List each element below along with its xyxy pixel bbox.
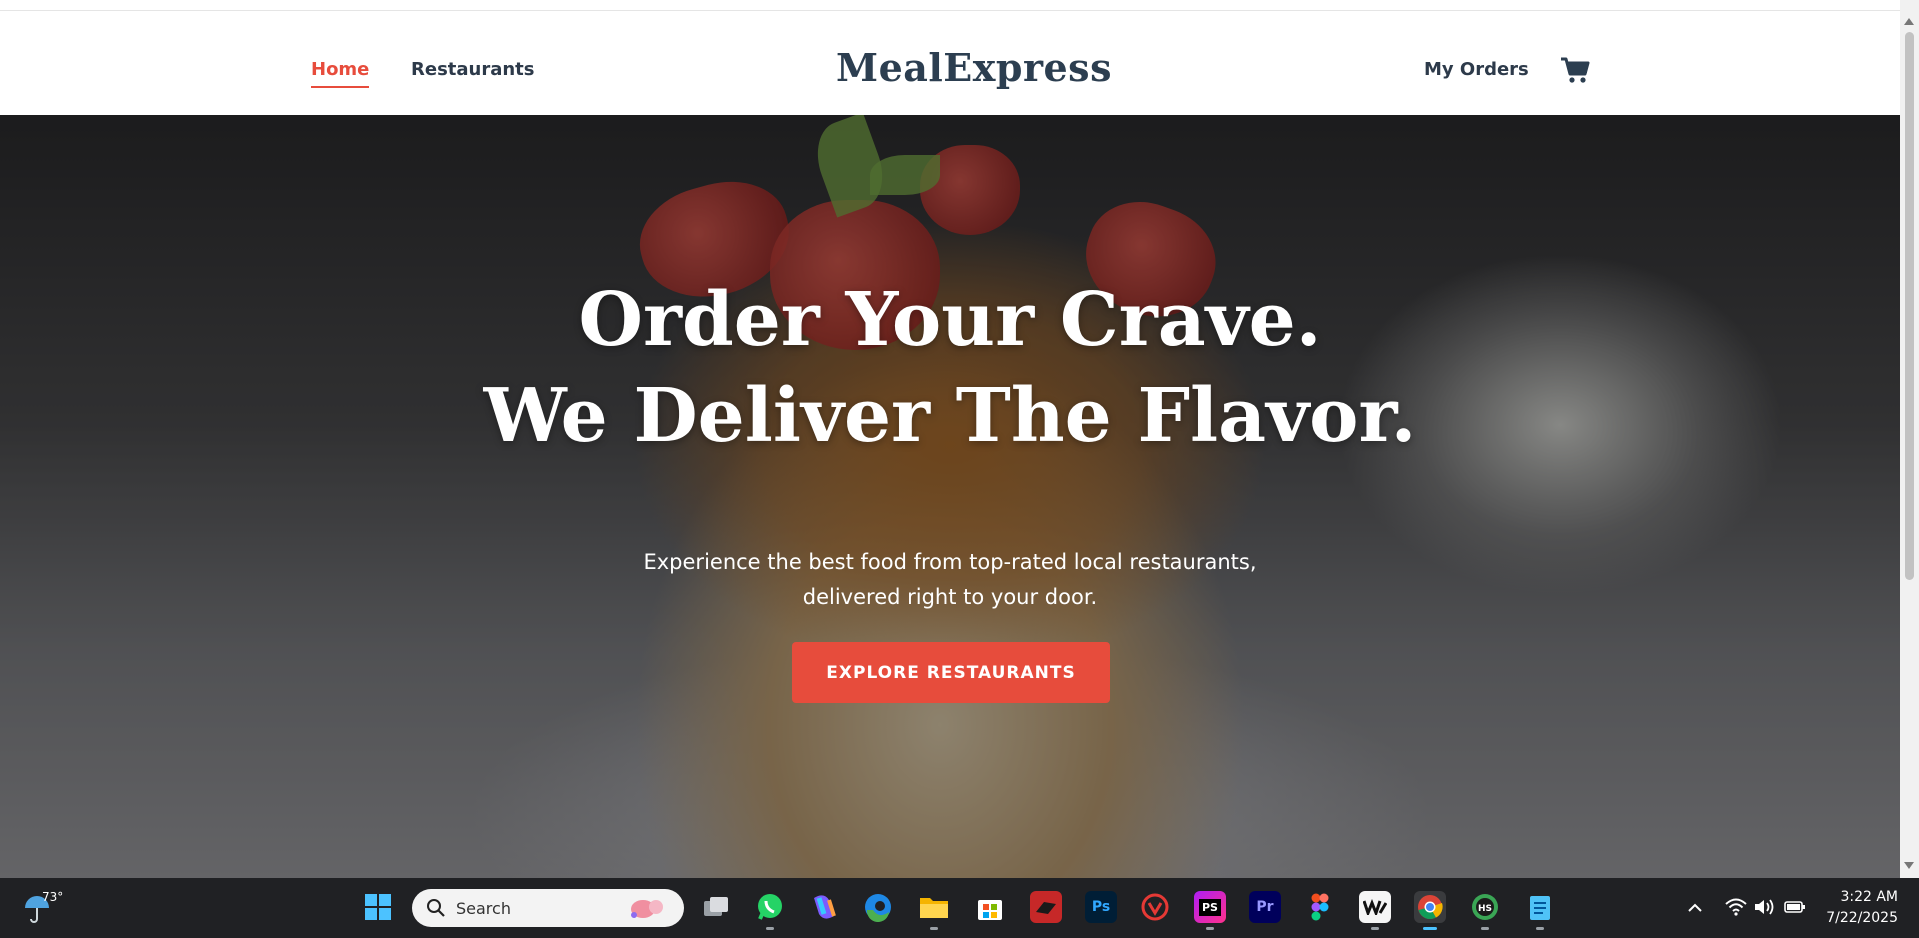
- wifi-icon[interactable]: [1725, 898, 1747, 921]
- tray-overflow-chevron-icon[interactable]: [1688, 900, 1702, 914]
- search-placeholder: Search: [456, 899, 511, 918]
- clock-time[interactable]: 3:22 AM: [1826, 889, 1898, 905]
- chrome-icon[interactable]: [1414, 891, 1446, 930]
- task-view-icon[interactable]: [700, 891, 732, 923]
- explore-restaurants-button[interactable]: EXPLORE RESTAURANTS: [792, 642, 1110, 703]
- search-icon: [427, 899, 445, 917]
- hero-content: Order Your Crave. We Deliver The Flavor.…: [0, 115, 1900, 878]
- scroll-down-arrow-icon[interactable]: [1904, 862, 1914, 869]
- app-hs-icon[interactable]: HS: [1469, 891, 1501, 930]
- nav-my-orders-link[interactable]: My Orders: [1424, 59, 1529, 80]
- svg-text:HS: HS: [1478, 904, 1492, 914]
- microsoft-store-icon[interactable]: [974, 891, 1006, 923]
- app-wm-icon[interactable]: [1359, 891, 1391, 930]
- edge-icon[interactable]: [862, 891, 894, 923]
- hero-headline-line2: We Deliver The Flavor.: [483, 373, 1417, 459]
- page-scrollbar[interactable]: [1900, 0, 1919, 878]
- battery-icon[interactable]: [1784, 899, 1806, 920]
- hero-subtitle-line2: delivered right to your door.: [802, 585, 1098, 609]
- whatsapp-icon[interactable]: [754, 891, 786, 930]
- scroll-up-arrow-icon[interactable]: [1904, 18, 1914, 25]
- clock-date[interactable]: 7/22/2025: [1812, 910, 1898, 926]
- site-header: Home Restaurants MealExpress My Orders: [0, 11, 1900, 115]
- hero-subtitle-line1: Experience the best food from top-rated …: [643, 550, 1257, 574]
- premiere-pro-icon[interactable]: Pr: [1249, 891, 1281, 923]
- windows-start-icon[interactable]: [362, 891, 394, 923]
- weather-temperature: 73°: [42, 890, 64, 904]
- hero-section: Order Your Crave. We Deliver The Flavor.…: [0, 115, 1900, 878]
- file-explorer-icon[interactable]: [918, 891, 950, 930]
- notepad-icon[interactable]: [1524, 891, 1556, 930]
- hero-headline-line1: Order Your Crave.: [578, 277, 1322, 363]
- weather-widget[interactable]: 73°: [22, 890, 72, 926]
- app-red-icon[interactable]: [1030, 891, 1062, 923]
- copilot-icon[interactable]: [808, 891, 840, 923]
- browser-top-strip: [0, 0, 1900, 11]
- search-highlight-icon: [631, 900, 663, 918]
- phpstorm-icon[interactable]: PS: [1194, 891, 1226, 930]
- app-game-icon[interactable]: [1139, 891, 1171, 923]
- volume-icon[interactable]: [1754, 898, 1776, 921]
- brand-logo[interactable]: MealExpress: [0, 45, 1919, 90]
- scrollbar-thumb[interactable]: [1905, 32, 1914, 580]
- photoshop-icon[interactable]: Ps: [1085, 891, 1117, 923]
- cart-icon[interactable]: [1560, 55, 1590, 85]
- taskbar-search-box[interactable]: Search: [412, 889, 684, 927]
- figma-icon[interactable]: [1304, 891, 1336, 923]
- windows-taskbar: 73° Search Ps PS Pr HS 3:22 AM 7/22/2025: [0, 878, 1919, 938]
